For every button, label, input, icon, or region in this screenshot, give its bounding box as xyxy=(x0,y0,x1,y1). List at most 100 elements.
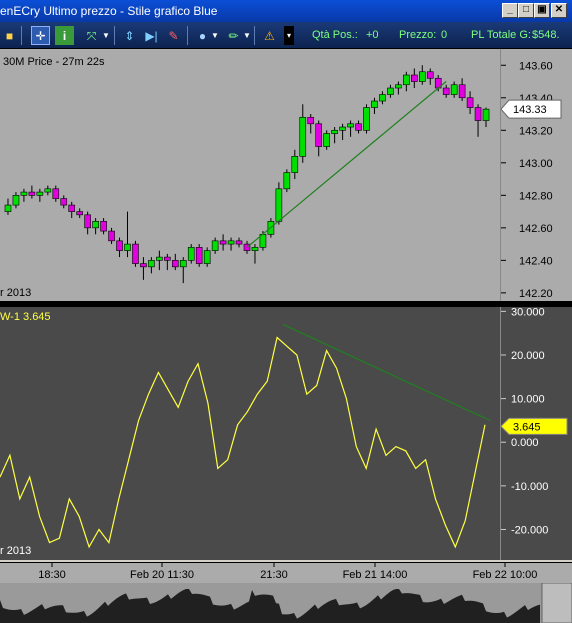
candle-body xyxy=(363,107,370,131)
candle-body xyxy=(411,74,418,82)
chevron-down-icon[interactable]: ▾ xyxy=(284,26,294,45)
price-panel-header: 30M Price - 27m 22s xyxy=(3,56,105,68)
price-axis[interactable]: 143.60 143.40 143.20 143.00 142.80 142.60 142.… xyxy=(500,49,572,301)
candle-body xyxy=(482,108,490,121)
restore-button[interactable]: ▣ xyxy=(534,3,550,18)
candle-body xyxy=(339,126,346,131)
orange-square-icon[interactable]: ■ xyxy=(0,26,19,45)
candle-body xyxy=(395,84,402,89)
indicator-panel-header: W-1 3.645 xyxy=(0,311,51,323)
candle-body xyxy=(187,247,195,261)
indicator-axis[interactable]: 30.000 20.000 10.000 0.000 -10.000 -20.000 3.6… xyxy=(500,307,572,560)
candle-body xyxy=(108,230,115,242)
candle-body xyxy=(275,188,283,222)
candle-body xyxy=(148,260,155,268)
price-axis-tick-label: 142.80 xyxy=(519,190,553,202)
indicator-panel-date: r 2013 xyxy=(0,545,32,557)
indicator-trendline xyxy=(282,323,491,421)
candle-body xyxy=(68,204,76,212)
toolbar-separator xyxy=(187,26,188,45)
vertical-resize-icon[interactable]: ⇕ xyxy=(120,26,139,45)
candle-body xyxy=(124,243,131,251)
candle-body xyxy=(235,240,243,245)
candle-body xyxy=(283,172,291,190)
overview-chart[interactable] xyxy=(0,583,572,623)
time-axis-label: 18:30 xyxy=(38,569,66,581)
candle-body xyxy=(195,247,203,264)
chevron-down-icon[interactable]: ▼ xyxy=(210,26,220,45)
indicator-chart[interactable] xyxy=(0,307,500,560)
toolbar-separator xyxy=(21,26,22,45)
candle-body xyxy=(323,133,330,147)
price-value: 0 xyxy=(441,29,448,41)
candle-body xyxy=(164,256,171,261)
candle-body xyxy=(92,221,99,229)
zoom-fit-icon[interactable]: ⤧ xyxy=(82,26,101,45)
price-chart[interactable] xyxy=(0,49,500,301)
trendline-pen-icon[interactable]: ✏ xyxy=(224,26,243,45)
indicator-axis-tick-label: 10.000 xyxy=(511,394,545,406)
price-label: Prezzo: xyxy=(399,29,437,41)
price-axis-tick-label: 142.40 xyxy=(519,255,553,267)
time-axis-label: Feb 20 11:30 xyxy=(130,569,194,581)
chevron-down-icon[interactable]: ▼ xyxy=(101,26,111,45)
candle-body xyxy=(116,240,123,251)
current-price-label: 143.33 xyxy=(513,104,547,116)
qty-label: Qtà Pos.: xyxy=(312,29,358,41)
crosshair-icon[interactable]: ✛ xyxy=(31,26,50,45)
candle-body xyxy=(371,100,378,108)
candle-body xyxy=(307,116,315,125)
indicator-axis-tick-label: 20.000 xyxy=(511,350,545,362)
maximize-button[interactable]: □ xyxy=(518,3,534,18)
candle-body xyxy=(211,240,219,251)
candle-body xyxy=(132,243,139,264)
time-axis-label: Feb 22 10:00 xyxy=(473,569,538,581)
time-axis-label: Feb 21 14:00 xyxy=(343,569,408,581)
overview-visible-range xyxy=(541,583,572,623)
candle-body xyxy=(28,191,36,196)
price-axis-tick-label: 143.00 xyxy=(519,158,553,170)
candle-body xyxy=(403,74,410,86)
candle-body xyxy=(44,188,52,193)
candle-body xyxy=(219,240,227,245)
candle-body xyxy=(474,107,482,121)
window-titlebar: enECry Ultimo prezzo - Stile grafico Blu… xyxy=(0,0,572,22)
indicator-axis-ticks: 30.000 20.000 10.000 0.000 -10.000 -20.000 3.6… xyxy=(501,307,568,536)
pl-value: $548. xyxy=(532,29,560,41)
go-to-end-icon[interactable]: ▶| xyxy=(142,26,161,45)
price-axis-tick-label: 142.20 xyxy=(519,288,553,300)
candle-body xyxy=(203,250,211,264)
indicator-value-label: 3.645 xyxy=(513,421,541,433)
candle-body xyxy=(347,123,354,128)
candle-body xyxy=(12,195,20,206)
chevron-down-icon[interactable]: ▼ xyxy=(242,26,252,45)
indicator-axis-tick-label: 0.000 xyxy=(511,437,539,449)
price-axis-tick-label: 143.20 xyxy=(519,125,553,137)
time-axis-ticks: 18:30 Feb 20 11:30 21:30 Feb 21 14:00 Feb 22… xyxy=(38,563,538,581)
overview-navigator[interactable] xyxy=(0,583,572,623)
price-axis-tick-label: 143.60 xyxy=(519,60,553,72)
time-axis[interactable]: 18:30 Feb 20 11:30 21:30 Feb 21 14:00 Feb 22… xyxy=(0,562,572,583)
indicator-chart-panel[interactable]: W-1 3.645 r 2013 xyxy=(0,307,500,560)
close-button[interactable]: ✕ xyxy=(551,3,567,18)
window-title: enECry Ultimo prezzo - Stile grafico Blu… xyxy=(0,4,218,18)
toolbar: ■ ✛ i ⤧ ▼ ⇕ ▶| ✎ ● ▼ ✏ ▼ ⚠ ▾ Qtà Pos.: +… xyxy=(0,22,572,49)
indicator-line xyxy=(0,336,486,549)
candle-body xyxy=(156,256,163,261)
minimize-button[interactable]: _ xyxy=(502,3,518,18)
candle-body xyxy=(60,198,68,206)
candle-body xyxy=(299,116,307,157)
price-trendline xyxy=(246,81,447,248)
toolbar-separator xyxy=(114,26,115,45)
candle-body xyxy=(100,221,107,232)
qty-value: +0 xyxy=(366,29,379,41)
candle-body xyxy=(355,123,362,131)
pencil-icon[interactable]: ✎ xyxy=(164,26,183,45)
warning-icon[interactable]: ⚠ xyxy=(260,26,279,45)
candle-body xyxy=(251,247,259,251)
info-icon[interactable]: i xyxy=(55,26,74,45)
price-chart-panel[interactable]: 30M Price - 27m 22s r 2013 xyxy=(0,49,500,301)
candle-body xyxy=(4,204,12,212)
candle-body xyxy=(458,84,466,99)
time-axis-label: 21:30 xyxy=(260,569,288,581)
